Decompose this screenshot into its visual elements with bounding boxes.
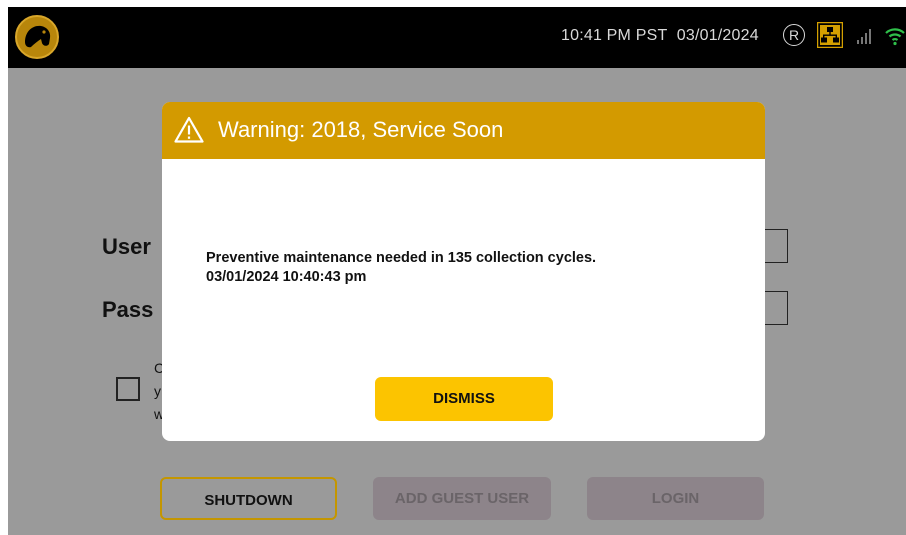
dialog-title: Warning: 2018, Service Soon bbox=[218, 117, 504, 142]
warning-triangle-icon bbox=[174, 116, 204, 143]
login-button[interactable]: LOGIN bbox=[587, 477, 764, 520]
add-guest-user-button[interactable]: ADD GUEST USER bbox=[373, 477, 551, 520]
message-text: Preventive maintenance needed in 135 col… bbox=[206, 250, 597, 266]
dialog-header: Warning: 2018, Service Soon bbox=[162, 102, 765, 159]
dialog-message: Preventive maintenance needed in 135 col… bbox=[206, 249, 596, 287]
registered-icon: R bbox=[783, 24, 805, 46]
password-field[interactable] bbox=[763, 291, 788, 325]
top-status-bar: 10:41 PM PST 03/01/2024 R bbox=[8, 7, 906, 68]
datetime-display: 10:41 PM PST 03/01/2024 bbox=[561, 27, 759, 45]
dog-logo-icon bbox=[15, 15, 59, 59]
app-screen: 10:41 PM PST 03/01/2024 R User Pass C y … bbox=[8, 7, 906, 535]
message-timestamp: 03/01/2024 10:40:43 pm bbox=[206, 269, 367, 285]
time-text: 10:41 PM PST bbox=[561, 27, 668, 44]
warning-dialog: Warning: 2018, Service Soon Preventive m… bbox=[162, 102, 765, 441]
username-label: User bbox=[102, 234, 151, 259]
remember-checkbox[interactable] bbox=[116, 377, 140, 401]
signal-bars-icon bbox=[857, 29, 871, 44]
date-text: 03/01/2024 bbox=[676, 27, 759, 44]
network-icon bbox=[817, 22, 843, 48]
password-label: Pass bbox=[102, 297, 154, 322]
username-field[interactable] bbox=[763, 229, 788, 263]
shutdown-button[interactable]: SHUTDOWN bbox=[160, 477, 337, 520]
wifi-icon bbox=[885, 28, 905, 46]
dismiss-button[interactable]: DISMISS bbox=[375, 377, 553, 421]
